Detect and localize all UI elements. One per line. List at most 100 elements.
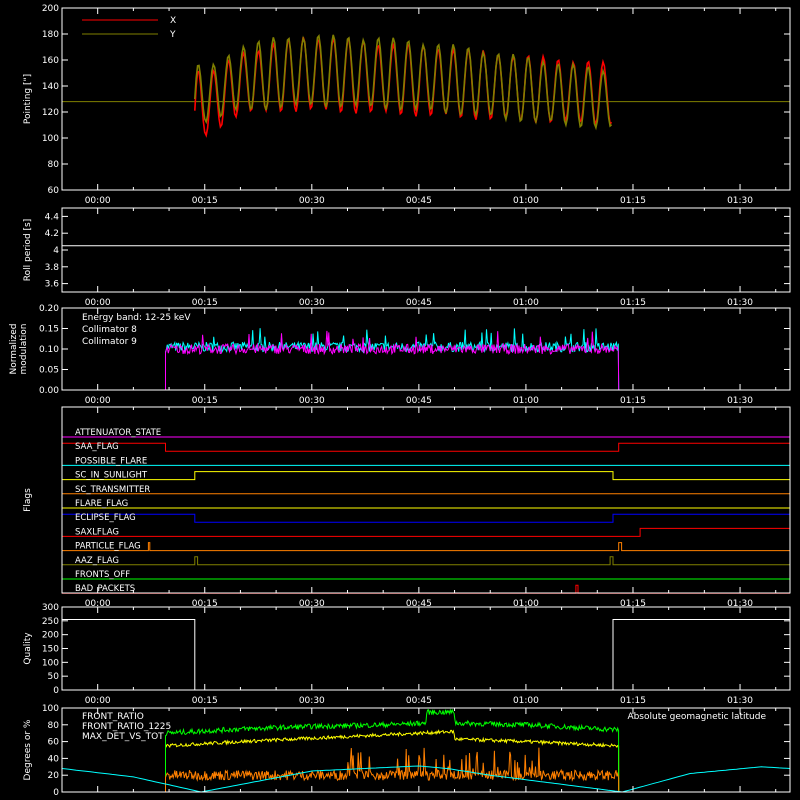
y-tick-label: 250 [42,617,59,627]
x-tick-label: 00:30 [299,396,325,406]
x-tick-label: 01:30 [727,396,753,406]
legend-label: FRONT_RATIO [82,712,144,722]
flag-line [62,471,790,481]
x-tick-label: 01:00 [513,696,539,706]
flag-label: PARTICLE_FLAG [75,542,141,552]
panel-modulation: 0.00 0.05 0.10 0.15 0.20 Energy band: 12-25 k… [9,304,791,406]
y-tick-label: 80 [48,160,60,170]
summary-plot: 6080100120140160180200XY00:00 00:15 00:30 0… [9,4,791,798]
x-tick-label: 01:30 [727,696,753,706]
x-tick-label: 01:30 [727,298,753,308]
geo-series-line [165,747,620,793]
quality-line [62,619,790,691]
energy-band-annotation: Energy band: 12-25 keV [82,313,191,323]
y-tick-label: 200 [42,631,59,641]
y-tick-label: 150 [42,645,59,655]
x-tick-label: 00:30 [299,696,325,706]
y-axis-label: Quality [23,632,33,665]
flag-line [61,442,791,452]
y-tick-label: 4.2 [45,229,59,239]
x-tick-label: 00:45 [406,396,432,406]
x-tick-label: 00:45 [406,696,432,706]
flag-label: POSSIBLE_FLARE [75,456,147,466]
y-tick-label: 0.00 [39,386,59,396]
panel-flags: ATTENUATOR_STATE SAA_FLAG POSSIBLE_FLARE SC… [23,406,791,609]
legend-label: MAX_DET_VS_TOT [82,732,164,742]
flag-line [62,556,790,566]
x-tick-label: 00:00 [85,196,111,206]
series-collimator-line [62,328,790,391]
y-tick-label: 200 [42,4,59,14]
panel-roll: 3.6 3.8 4 4.2 4.4 00:00 00:15 00:30 00:45 01:00 01… [23,207,791,308]
x-tick-label: 01:00 [513,196,539,206]
legend-label: FRONT_RATIO_1225 [82,722,171,732]
y-axis-label: Normalized [9,323,19,374]
x-tick-label: 01:15 [620,696,646,706]
x-tick-label: 00:15 [192,196,218,206]
y-tick-label: 120 [42,108,59,118]
legend-label-collimator: Collimator 8 [82,325,137,335]
y-tick-label: 60 [48,738,60,748]
y-tick-label: 0.20 [39,304,59,314]
flag-label: SC_IN_SUNLIGHT [75,471,148,481]
flag-label: SAXLFLAG [75,527,119,537]
y-axis-label: Flags [23,488,33,512]
x-tick-label: 01:30 [727,196,753,206]
flag-label: ECLIPSE_FLAG [75,513,136,523]
x-tick-label: 00:30 [299,298,325,308]
x-tick-label: 00:45 [406,196,432,206]
x-tick-label: 00:00 [85,396,111,406]
flag-line [61,513,791,523]
y-axis-label: Degrees or % [23,719,33,780]
x-tick-label: 00:15 [192,696,218,706]
flag-label: FRONTS_OFF [75,570,130,580]
x-tick-label: 00:30 [299,196,325,206]
flag-label: SC_TRANSMITTER [75,485,150,495]
legend-label-collimator: Collimator 9 [82,337,137,347]
y-tick-label: 3.6 [45,280,60,290]
flag-label: SAA_FLAG [75,442,119,452]
series-y-line [194,33,613,131]
geo-series-line [61,765,791,793]
geomagnetic-latitude-label: Absolute geomagnetic latitude [627,712,766,722]
y-tick-label: 60 [48,186,60,196]
y-tick-label: 100 [42,134,59,144]
y-axis-label: Roll period [s] [23,219,33,281]
y-tick-label: 80 [48,721,60,731]
x-tick-label: 00:15 [192,396,218,406]
x-tick-label: 01:15 [620,396,646,406]
y-tick-label: 40 [48,754,60,764]
y-axis-label: Pointing ["] [23,74,33,124]
panel-geo: 0 20 40 60 80 100 FRONT_RATIOFRONT_RATIO_1225M… [23,704,791,798]
y-tick-label: 160 [42,56,59,66]
x-tick-label: 00:00 [85,298,111,308]
x-tick-label: 01:15 [620,196,646,206]
y-tick-label: 180 [42,30,59,40]
x-tick-label: 00:00 [85,696,111,706]
plot-frame [61,207,791,293]
y-tick-label: 3.8 [45,263,60,273]
flag-line [62,542,790,552]
y-tick-label: 4.4 [45,212,60,222]
x-tick-label: 01:00 [513,396,539,406]
flag-line [62,527,791,537]
y-tick-label: 140 [42,82,59,92]
y-tick-label: 100 [42,704,59,714]
y-tick-label: 0 [53,686,59,696]
panel-quality: 0 50 100 150 200 250 300 00:00 00:15 00:30 00:45 01… [23,603,791,706]
flag-line [62,584,790,594]
x-tick-label: 00:45 [406,298,432,308]
legend-label-x: X [170,16,176,26]
y-tick-label: 0.15 [39,325,59,335]
y-tick-label: 50 [48,672,60,682]
y-tick-label: 0.10 [39,345,59,355]
y-tick-label: 4 [53,246,59,256]
flag-label: ATTENUATOR_STATE [75,428,161,438]
x-tick-label: 00:15 [192,298,218,308]
x-tick-label: 01:00 [513,298,539,308]
y-axis-label: modulation [19,324,29,375]
y-tick-label: 0 [53,788,59,798]
y-tick-label: 20 [48,771,60,781]
geo-series-line [165,708,620,793]
legend-label-y: Y [169,30,176,40]
